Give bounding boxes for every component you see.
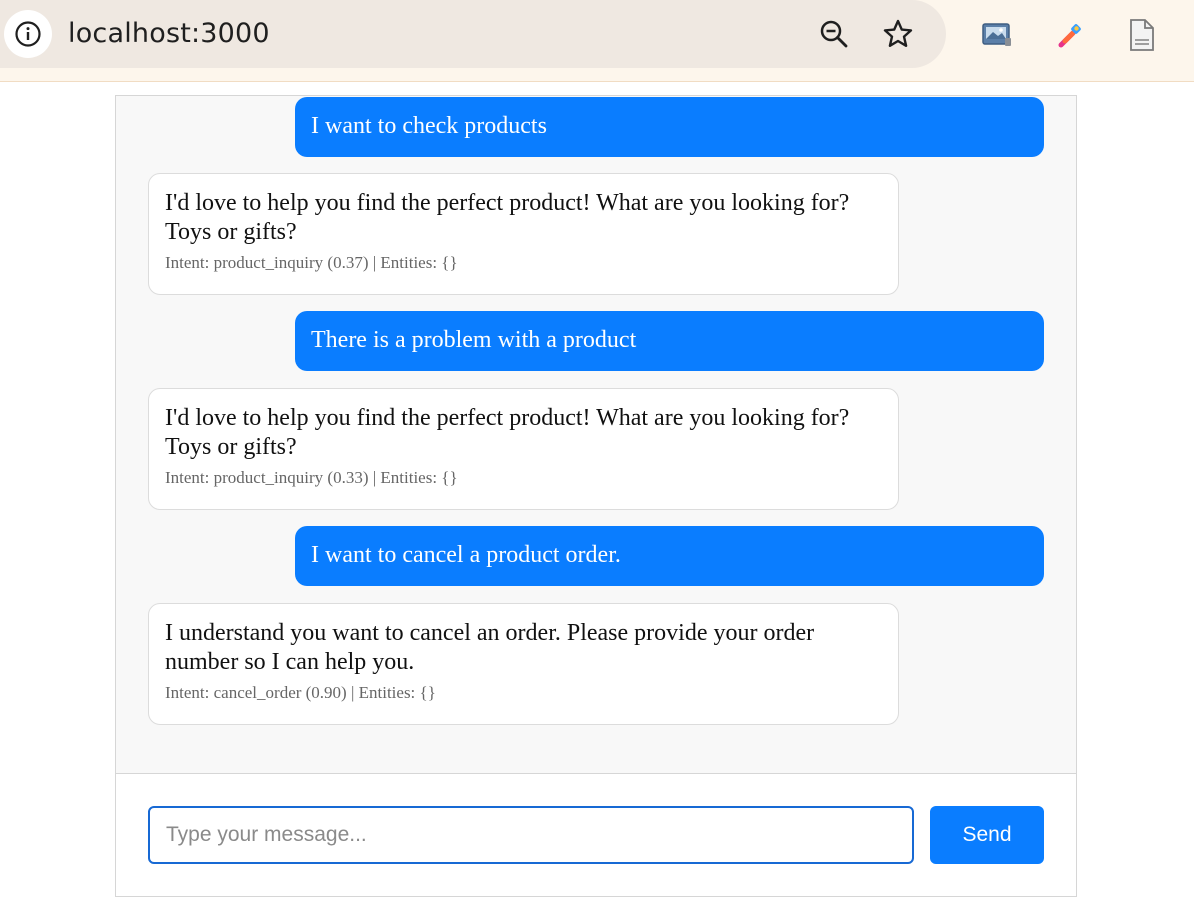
- message-composer: Send: [116, 774, 1076, 896]
- user-message-text: I want to check products: [311, 113, 547, 139]
- chat-window: I want to check products I'd love to hel…: [115, 95, 1077, 897]
- document-icon: [1130, 19, 1154, 51]
- bookmark-button[interactable]: [879, 15, 917, 53]
- bot-message: I understand you want to cancel an order…: [148, 603, 899, 725]
- bot-message: I'd love to help you find the perfect pr…: [148, 388, 899, 510]
- extension-document-button[interactable]: [1121, 15, 1161, 55]
- bot-message-meta: Intent: cancel_order (0.90) | Entities: …: [165, 683, 436, 702]
- zoom-button[interactable]: [815, 15, 853, 53]
- user-message-text: There is a problem with a product: [311, 327, 637, 353]
- bot-message-text: I understand you want to cancel an order…: [165, 620, 815, 675]
- site-info-button[interactable]: [4, 10, 52, 58]
- send-button[interactable]: Send: [930, 806, 1044, 864]
- user-message: There is a problem with a product: [295, 311, 1044, 371]
- address-bar[interactable]: localhost:3000: [0, 0, 946, 68]
- user-message: I want to cancel a product order.: [295, 526, 1044, 586]
- extension-colorpicker-button[interactable]: [1050, 15, 1090, 55]
- image-extension-icon: [982, 23, 1011, 46]
- browser-toolbar: localhost:3000: [0, 0, 1194, 82]
- star-icon: [883, 19, 913, 47]
- zoom-out-icon: [820, 20, 848, 48]
- message-list[interactable]: I want to check products I'd love to hel…: [116, 96, 1076, 774]
- bot-message-meta: Intent: product_inquiry (0.37) | Entitie…: [165, 253, 458, 272]
- color-picker-icon: [1058, 24, 1081, 48]
- info-icon: [15, 21, 41, 47]
- url-text[interactable]: localhost:3000: [68, 15, 270, 53]
- user-message: I want to check products: [295, 97, 1044, 157]
- bot-message-text: I'd love to help you find the perfect pr…: [165, 190, 850, 245]
- bot-message-text: I'd love to help you find the perfect pr…: [165, 405, 850, 460]
- bot-message-meta: Intent: product_inquiry (0.33) | Entitie…: [165, 468, 458, 487]
- message-input[interactable]: [148, 806, 914, 864]
- extension-image-button[interactable]: [977, 15, 1017, 55]
- user-message-text: I want to cancel a product order.: [311, 542, 621, 568]
- bot-message: I'd love to help you find the perfect pr…: [148, 173, 899, 295]
